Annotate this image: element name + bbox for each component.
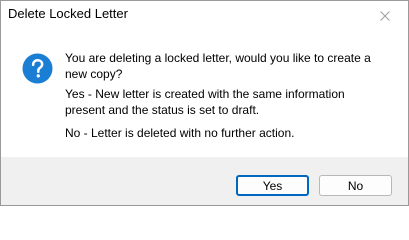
question-icon <box>22 53 53 84</box>
title-bar: Delete Locked Letter <box>1 1 408 31</box>
close-button[interactable] <box>362 1 408 31</box>
delete-locked-letter-dialog: Delete Locked Letter You are deleting a … <box>0 0 409 206</box>
yes-button[interactable]: Yes <box>236 175 309 196</box>
message-yes-explanation: Yes - New letter is created with the sam… <box>65 87 345 117</box>
message-question: You are deleting a locked letter, would … <box>65 51 371 81</box>
no-button[interactable]: No <box>319 175 392 196</box>
button-bar: Yes No <box>1 157 408 205</box>
message-area: You are deleting a locked letter, would … <box>1 31 408 157</box>
close-icon <box>380 11 390 21</box>
message-no-explanation: No - Letter is deleted with no further a… <box>65 126 295 140</box>
window-title: Delete Locked Letter <box>8 6 128 21</box>
